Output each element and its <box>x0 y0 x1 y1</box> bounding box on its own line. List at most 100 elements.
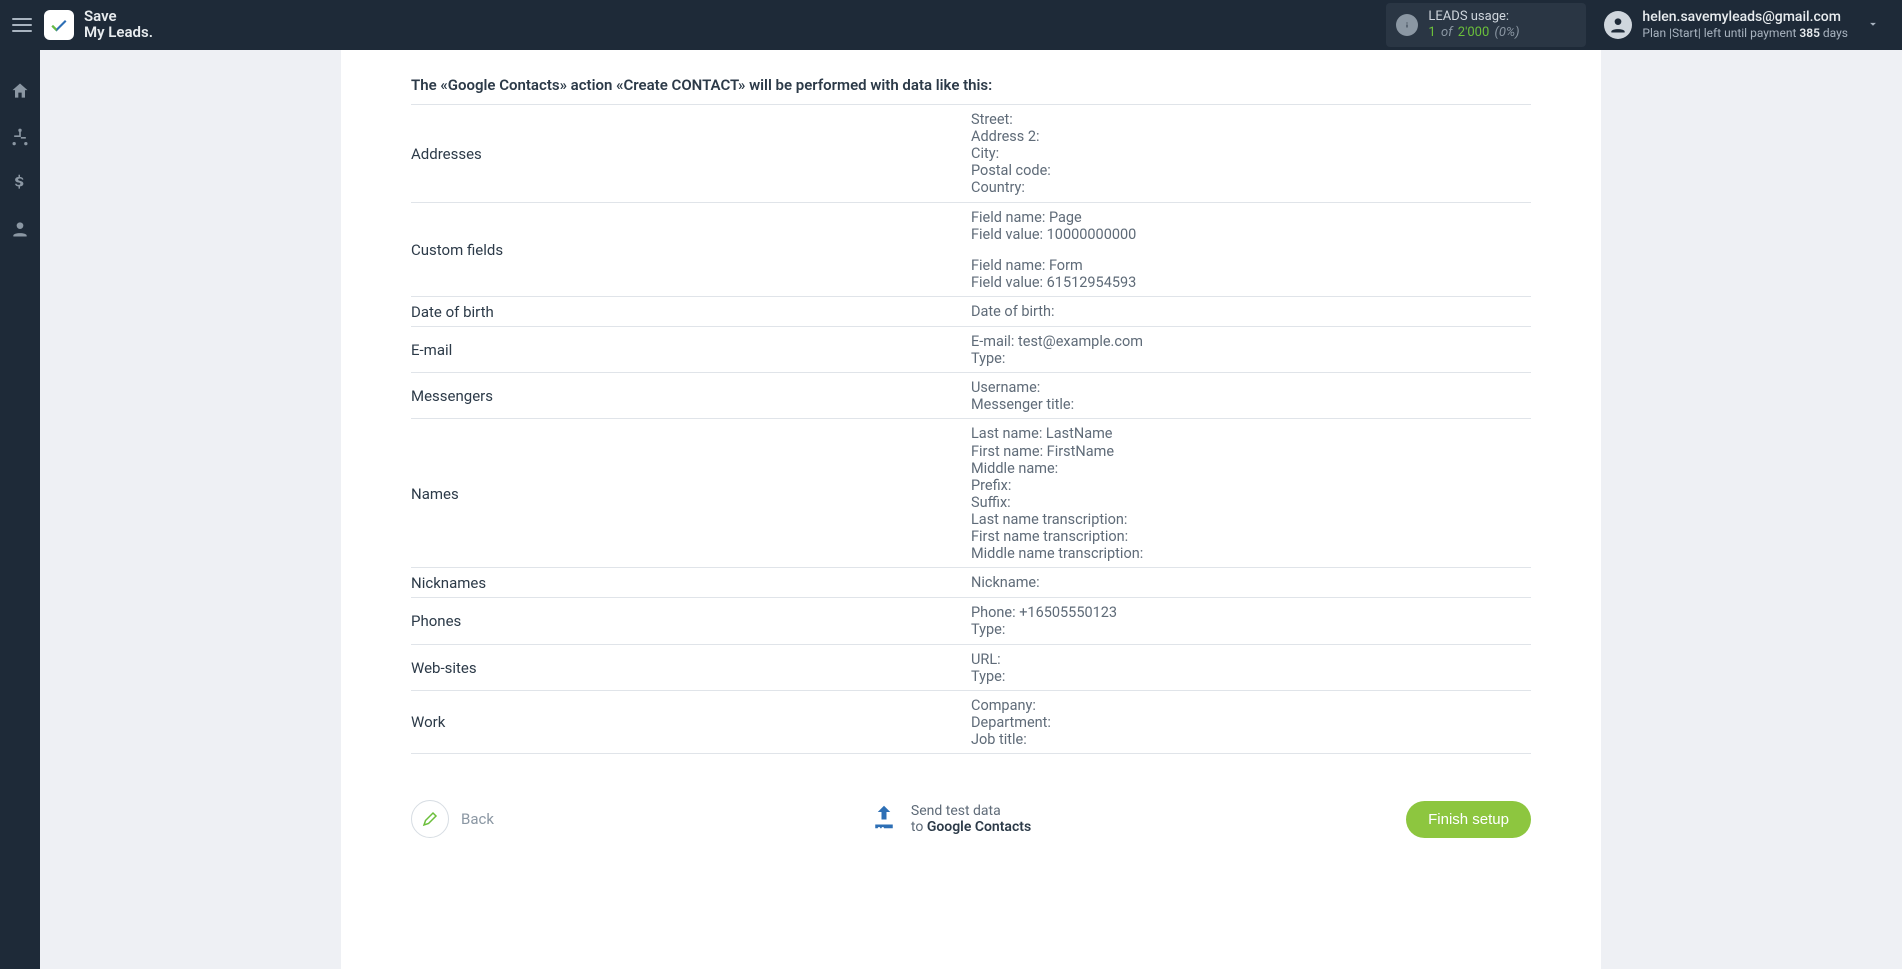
info-icon <box>1396 14 1418 36</box>
user-menu[interactable]: helen.savemyleads@gmail.com Plan |Start|… <box>1604 9 1880 42</box>
test-target: Google Contacts <box>927 819 1031 835</box>
row-value-line: Type: <box>971 350 1531 367</box>
content-card: The «Google Contacts» action «Create CON… <box>341 50 1601 969</box>
row-value-line: Prefix: <box>971 477 1531 494</box>
plan-days-num: 385 <box>1799 26 1820 40</box>
row-label: Names <box>411 425 971 562</box>
row-value-line: Suffix: <box>971 494 1531 511</box>
user-text: helen.savemyleads@gmail.com Plan |Start|… <box>1642 9 1848 42</box>
preview-row: NicknamesNickname: <box>411 568 1531 598</box>
brand[interactable]: Save My Leads. <box>44 9 153 41</box>
row-values: Last name: LastNameFirst name: FirstName… <box>971 425 1531 562</box>
user-email: helen.savemyleads@gmail.com <box>1642 9 1848 27</box>
row-value-line: Nickname: <box>971 574 1531 591</box>
preview-row: MessengersUsername:Messenger title: <box>411 373 1531 419</box>
row-label: Date of birth <box>411 303 971 321</box>
row-values: Field name: PageField value: 10000000000… <box>971 209 1531 291</box>
leads-title: LEADS usage: <box>1428 9 1519 25</box>
row-label: Phones <box>411 604 971 638</box>
row-value-line: Username: <box>971 379 1531 396</box>
row-values: Phone: +16505550123Type: <box>971 604 1531 638</box>
leads-pct: (0%) <box>1495 25 1520 40</box>
row-value-line: Messenger title: <box>971 396 1531 413</box>
row-value-line: Middle name transcription: <box>971 545 1531 562</box>
row-value-line: Phone: +16505550123 <box>971 604 1531 621</box>
preview-row: E-mailE-mail: test@example.comType: <box>411 327 1531 373</box>
plan-prefix: Plan |Start| left until payment <box>1642 26 1799 40</box>
row-values: Date of birth: <box>971 303 1531 321</box>
topbar: Save My Leads. LEADS usage: 1 of 2'000 (… <box>0 0 1902 50</box>
row-value-line: Type: <box>971 668 1531 685</box>
row-value-line: Company: <box>971 697 1531 714</box>
brand-text: Save My Leads. <box>84 9 153 41</box>
pencil-icon <box>411 800 449 838</box>
sidebar-billing-icon[interactable] <box>9 172 31 194</box>
leads-text: LEADS usage: 1 of 2'000 (0%) <box>1428 9 1519 42</box>
row-values: Street:Address 2:City:Postal code:Countr… <box>971 111 1531 197</box>
action-preview-heading: The «Google Contacts» action «Create CON… <box>411 76 1531 105</box>
sidebar <box>0 50 40 969</box>
sidebar-home-icon[interactable] <box>9 80 31 102</box>
test-line1: Send test data <box>911 803 1031 819</box>
row-label: Nicknames <box>411 574 971 592</box>
preview-row: AddressesStreet:Address 2:City:Postal co… <box>411 105 1531 203</box>
row-value-line: Field value: 10000000000 <box>971 226 1531 243</box>
preview-rows: AddressesStreet:Address 2:City:Postal co… <box>411 105 1531 754</box>
row-value-line: Field name: Page <box>971 209 1531 226</box>
row-values: Company:Department:Job title: <box>971 697 1531 748</box>
sidebar-connections-icon[interactable] <box>9 126 31 148</box>
row-value-line: Field name: Form <box>971 257 1531 274</box>
preview-row: Custom fieldsField name: PageField value… <box>411 203 1531 297</box>
upload-icon <box>869 802 899 836</box>
row-label: Work <box>411 697 971 748</box>
preview-row: Web-sitesURL:Type: <box>411 645 1531 691</box>
plan-days-suffix: days <box>1820 26 1848 40</box>
row-value-line: Address 2: <box>971 128 1531 145</box>
finish-setup-button[interactable]: Finish setup <box>1406 801 1531 838</box>
test-to: to <box>911 819 927 835</box>
row-value-line: Type: <box>971 621 1531 638</box>
preview-row: NamesLast name: LastNameFirst name: Firs… <box>411 419 1531 568</box>
main-content: The «Google Contacts» action «Create CON… <box>40 50 1902 969</box>
row-value-line: Department: <box>971 714 1531 731</box>
row-label: E-mail <box>411 333 971 367</box>
send-test-button[interactable]: Send test data to Google Contacts <box>869 802 1031 836</box>
row-value-line: City: <box>971 145 1531 162</box>
row-value-line: Street: <box>971 111 1531 128</box>
row-label: Custom fields <box>411 209 971 291</box>
row-value-line: URL: <box>971 651 1531 668</box>
back-label: Back <box>461 810 494 828</box>
row-value-line: E-mail: test@example.com <box>971 333 1531 350</box>
row-value-line: Job title: <box>971 731 1531 748</box>
row-value-line: Middle name: <box>971 460 1531 477</box>
preview-row: PhonesPhone: +16505550123Type: <box>411 598 1531 644</box>
row-values: URL:Type: <box>971 651 1531 685</box>
preview-row: Date of birthDate of birth: <box>411 297 1531 327</box>
brand-logo-icon <box>44 10 74 40</box>
row-label: Addresses <box>411 111 971 197</box>
leads-usage-box[interactable]: LEADS usage: 1 of 2'000 (0%) <box>1386 3 1586 48</box>
leads-used: 1 <box>1428 25 1435 40</box>
sidebar-account-icon[interactable] <box>9 218 31 240</box>
brand-line2: My Leads. <box>84 23 153 41</box>
chevron-down-icon[interactable] <box>1866 16 1880 35</box>
row-label: Messengers <box>411 379 971 413</box>
preview-row: WorkCompany:Department:Job title: <box>411 691 1531 754</box>
row-value-line: First name transcription: <box>971 528 1531 545</box>
user-avatar-icon <box>1604 11 1632 39</box>
row-value-line: First name: FirstName <box>971 443 1531 460</box>
footer-actions: Back Send test data to Google Contacts F… <box>341 800 1601 838</box>
row-values: E-mail: test@example.comType: <box>971 333 1531 367</box>
row-values: Username:Messenger title: <box>971 379 1531 413</box>
user-plan: Plan |Start| left until payment 385 days <box>1642 26 1848 41</box>
row-value-line: Date of birth: <box>971 303 1531 320</box>
row-label: Web-sites <box>411 651 971 685</box>
hamburger-menu-icon[interactable] <box>12 14 32 36</box>
row-value-line: Field value: 61512954593 <box>971 274 1531 291</box>
row-value-line: Last name: LastName <box>971 425 1531 442</box>
test-text: Send test data to Google Contacts <box>911 803 1031 835</box>
leads-of: of <box>1441 25 1453 40</box>
row-value-line: Postal code: <box>971 162 1531 179</box>
leads-total: 2'000 <box>1458 25 1490 40</box>
back-button[interactable]: Back <box>411 800 494 838</box>
